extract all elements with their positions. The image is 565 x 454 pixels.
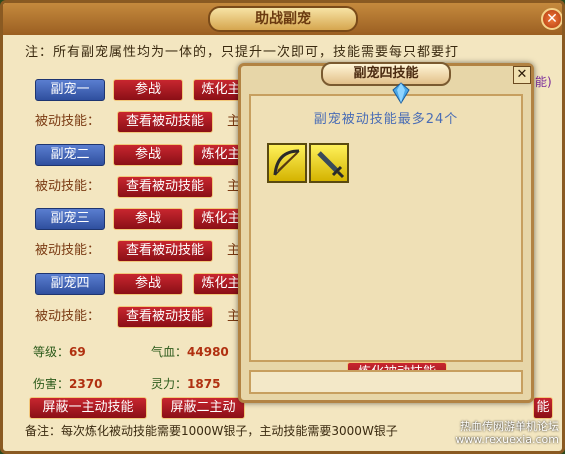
block-active-skill-1-button[interactable]: 屏蔽一主动技能 <box>29 397 147 419</box>
block-active-skill-4-button[interactable]: 能 <box>533 397 553 419</box>
join-battle-button-2[interactable]: 参战 <box>113 144 183 166</box>
pet-skill-popup: 副宠四技能 ✕ 副宠被动技能最多24个 炼化被动技能 <box>238 62 534 403</box>
level-value: 69 <box>69 345 86 359</box>
watermark-line-2: www.rexuexia.com <box>455 433 559 446</box>
skill-panel: 副宠被动技能最多24个 炼化被动技能 <box>249 94 523 386</box>
pet-label-2: 副宠二 <box>35 144 105 166</box>
join-battle-button-4[interactable]: 参战 <box>113 273 183 295</box>
footer-note: 备注：每次炼化被动技能需要1000W银子，主动技能需要3000W银子 <box>25 424 398 438</box>
block-active-skill-2-button[interactable]: 屏蔽二主动 <box>161 397 245 419</box>
passive-label-4: 被动技能： <box>35 309 101 324</box>
watermark: 热血传网游单机论坛 www.rexuexia.com <box>455 420 559 446</box>
passive-label-1: 被动技能： <box>35 114 101 129</box>
join-battle-button-1[interactable]: 参战 <box>113 79 183 101</box>
passive-label-3: 被动技能： <box>35 243 101 258</box>
notice-text: 注：所有副宠属性均为一体的，只提升一次即可，技能需要每只都要打 <box>25 45 460 60</box>
level-stat: 等级：69 <box>33 343 86 360</box>
spirit-stat: 灵力：1875 <box>151 375 220 392</box>
damage-stat: 伤害：2370 <box>33 375 102 392</box>
title-bar: 助战副宠 ✕ <box>3 3 562 35</box>
popup-status-bar <box>249 370 523 394</box>
bow-icon[interactable] <box>267 143 307 183</box>
hp-value: 44980 <box>187 345 229 359</box>
watermark-line-1: 热血传网游单机论坛 <box>460 420 559 433</box>
pet-label-3: 副宠三 <box>35 208 105 230</box>
popup-title: 副宠四技能 <box>321 62 451 86</box>
spirit-label: 灵力： <box>151 377 188 391</box>
view-passive-button-3[interactable]: 查看被动技能 <box>117 240 213 262</box>
hp-label: 气血： <box>151 345 188 359</box>
damage-value: 2370 <box>69 377 103 391</box>
passive-label-2: 被动技能： <box>35 179 101 194</box>
pet-label-1: 副宠一 <box>35 79 105 101</box>
close-window-button[interactable]: ✕ <box>541 8 562 30</box>
damage-label: 伤害： <box>33 377 70 391</box>
spirit-value: 1875 <box>187 377 221 391</box>
sword-icon[interactable] <box>309 143 349 183</box>
join-battle-button-3[interactable]: 参战 <box>113 208 183 230</box>
window-title: 助战副宠 <box>208 6 358 32</box>
edge-fragment: 能) <box>535 75 552 89</box>
skill-limit-hint: 副宠被动技能最多24个 <box>313 112 459 127</box>
view-passive-button-4[interactable]: 查看被动技能 <box>117 306 213 328</box>
popup-close-button[interactable]: ✕ <box>513 66 531 84</box>
gem-icon <box>392 82 410 104</box>
pet-label-4: 副宠四 <box>35 273 105 295</box>
level-label: 等级： <box>33 345 70 359</box>
view-passive-button-2[interactable]: 查看被动技能 <box>117 176 213 198</box>
hp-stat: 气血：44980 <box>151 343 229 360</box>
view-passive-button-1[interactable]: 查看被动技能 <box>117 111 213 133</box>
